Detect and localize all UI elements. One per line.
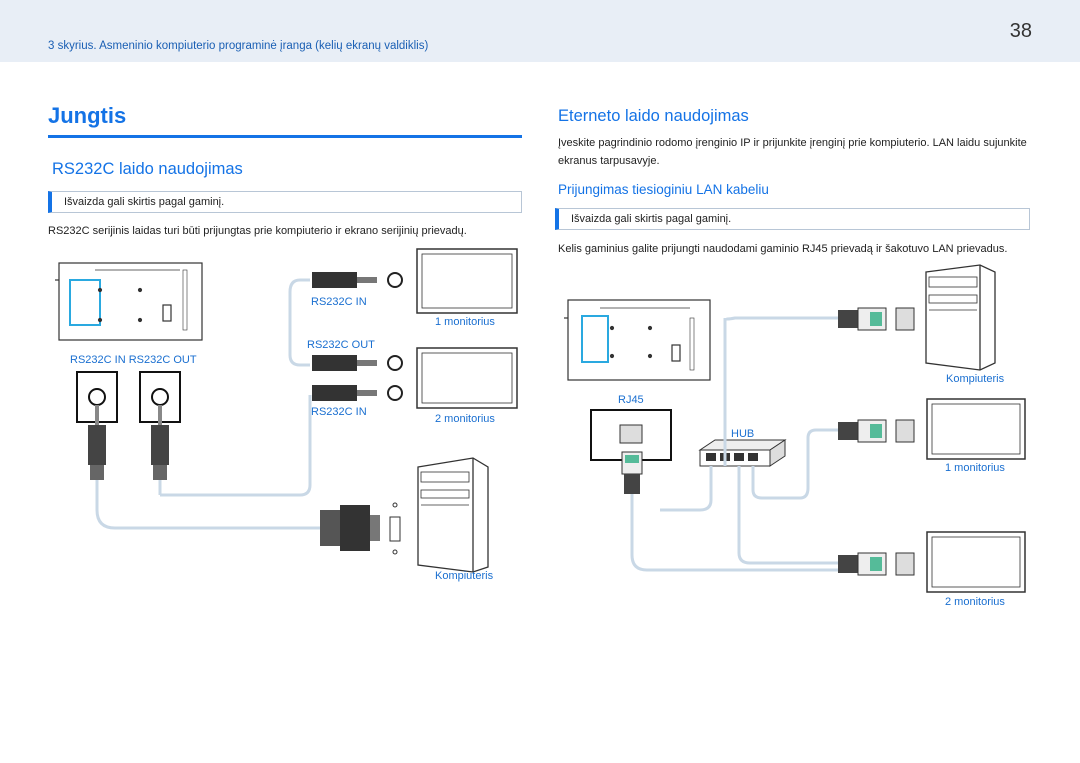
monitor-2-right (926, 531, 1026, 593)
label-monitor-2-right: 2 monitorius (945, 596, 1005, 608)
rj45-plug-computer (838, 307, 915, 331)
display-back-panel-right (564, 299, 711, 381)
computer-tower-right (925, 264, 996, 371)
rj45-plug-display (621, 451, 643, 494)
rj45-plug-monitor1 (838, 419, 915, 443)
ethernet-diagram (564, 264, 1026, 593)
monitor-1-right (926, 398, 1026, 460)
label-computer-right: Kompiuteris (946, 373, 1005, 385)
rj45-plug-monitor2 (838, 552, 915, 576)
label-monitor-1-right: 1 monitorius (945, 462, 1005, 474)
label-rj45: RJ45 (618, 394, 644, 406)
label-hub: HUB (731, 428, 755, 440)
network-hub (698, 439, 787, 467)
